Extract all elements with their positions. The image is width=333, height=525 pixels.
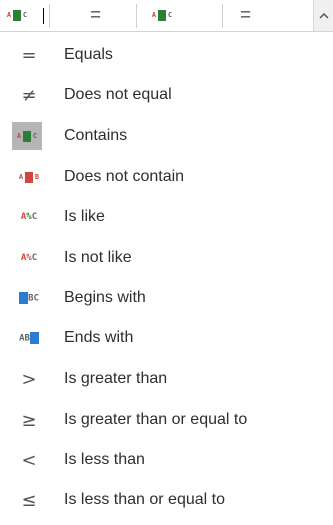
filter-operator-button-3[interactable]: ABC xyxy=(151,0,173,31)
equals-icon: = xyxy=(90,4,102,26)
menu-item-label: Equals xyxy=(64,46,113,63)
less-or-equal-icon: ≤ xyxy=(21,489,37,511)
menu-item-label: Ends with xyxy=(64,329,134,346)
contains-icon: ABC xyxy=(12,122,42,150)
menu-item-label: Does not equal xyxy=(64,86,172,103)
ends-with-icon: AB xyxy=(14,321,44,355)
menu-item-is-less-than-or-equal-to[interactable]: ≤ Is less than or equal to xyxy=(0,483,333,517)
menu-item-does-not-equal[interactable]: ≠ Does not equal xyxy=(0,78,333,112)
menu-item-is-like[interactable]: A%C Is like xyxy=(0,200,333,234)
menu-item-ends-with[interactable]: AB Ends with xyxy=(0,321,333,355)
menu-item-equals[interactable]: = Equals xyxy=(0,38,333,72)
menu-item-label: Is less than xyxy=(64,451,145,468)
menu-item-is-less-than[interactable]: < Is less than xyxy=(0,443,333,477)
divider xyxy=(222,4,223,28)
is-like-icon: A%C xyxy=(20,212,38,222)
menu-item-begins-with[interactable]: BC Begins with xyxy=(0,281,333,315)
menu-item-label: Does not contain xyxy=(64,168,185,185)
chevron-up-icon xyxy=(319,12,329,19)
menu-item-label: Is not like xyxy=(64,249,132,266)
menu-item-label: Is greater than xyxy=(64,370,168,387)
equals-icon: = xyxy=(21,44,37,66)
menu-item-is-not-like[interactable]: A%C Is not like xyxy=(0,241,333,275)
menu-item-label: Begins with xyxy=(64,289,146,306)
contains-icon: ABC xyxy=(6,10,28,21)
divider xyxy=(136,4,137,28)
not-equal-icon: ≠ xyxy=(21,84,37,106)
filter-operator-button-4[interactable]: = xyxy=(240,0,251,31)
begins-with-icon: BC xyxy=(14,281,44,315)
text-cursor xyxy=(43,8,44,24)
less-than-icon: < xyxy=(21,449,37,471)
does-not-contain-icon: ABB xyxy=(18,171,40,183)
menu-item-label: Is greater than or equal to xyxy=(64,411,248,428)
menu-item-label: Contains xyxy=(64,127,128,144)
menu-item-label: Is like xyxy=(64,208,105,225)
menu-item-does-not-contain[interactable]: ABB Does not contain xyxy=(0,160,333,194)
scroll-up-button[interactable] xyxy=(313,0,333,31)
filter-operator-button-2[interactable]: = xyxy=(90,0,101,31)
menu-item-is-greater-than-or-equal-to[interactable]: ≥ Is greater than or equal to xyxy=(0,403,333,437)
is-not-like-icon: A%C xyxy=(20,253,38,263)
menu-item-label: Is less than or equal to xyxy=(64,491,225,508)
greater-or-equal-icon: ≥ xyxy=(21,409,37,431)
equals-icon: = xyxy=(240,4,252,26)
menu-item-contains[interactable]: ABC Contains xyxy=(0,119,333,153)
greater-than-icon: > xyxy=(21,368,37,390)
filter-operator-button-1[interactable]: ABC xyxy=(6,0,28,31)
menu-item-is-greater-than[interactable]: > Is greater than xyxy=(0,362,333,396)
filter-row: ABC = ABC = xyxy=(0,0,333,32)
divider xyxy=(49,4,50,28)
contains-icon: ABC xyxy=(151,10,173,21)
